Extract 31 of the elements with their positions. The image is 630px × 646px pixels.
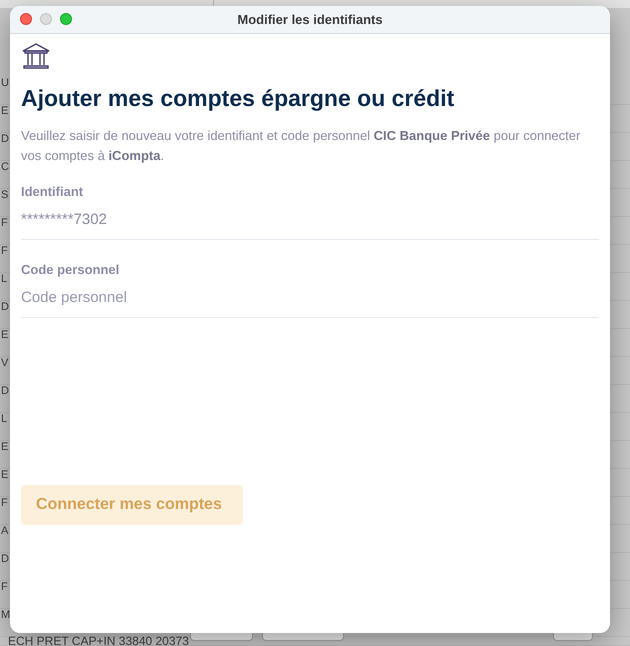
close-button[interactable]: [20, 13, 32, 25]
table-cell: C: [1, 161, 9, 174]
table-cell: E: [1, 469, 8, 482]
table-cell: U: [1, 77, 9, 90]
bank-icon: [21, 42, 51, 70]
table-cell: F: [1, 245, 8, 258]
description-text: Veuillez saisir de nouveau votre identifiant et code personnel CIC Banque Privée pour connecter vos comptes à iCompta.: [21, 127, 582, 165]
field-label: Code personnel: [21, 262, 120, 278]
table-cell: F: [1, 497, 8, 510]
table-cell: L: [1, 413, 8, 426]
table-cell: S: [1, 189, 8, 202]
table-cell: L: [1, 273, 8, 286]
zoom-button[interactable]: [60, 13, 72, 25]
table-cell: E: [1, 441, 8, 454]
table-cell: D: [1, 385, 9, 398]
input-field[interactable]: *********7302: [21, 210, 599, 240]
table-cell: E: [1, 329, 8, 342]
table-cell: F: [1, 217, 8, 230]
table-cell: D: [1, 301, 9, 314]
table-cell: D: [1, 553, 9, 566]
table-cell: D: [1, 133, 9, 146]
table-cell: V: [1, 357, 8, 370]
table-cell: A: [1, 525, 8, 538]
input-field[interactable]: Code personnel: [21, 288, 599, 318]
heading: Ajouter mes comptes épargne ou crédit: [21, 84, 456, 112]
table-cell: E: [1, 105, 8, 118]
table-cell: M: [1, 609, 10, 622]
field-label: Identifiant: [21, 184, 84, 200]
table-cell: ECH PRET CAP+IN 33840 20373: [8, 635, 189, 646]
window-title: Modifier les identifiants: [237, 10, 383, 29]
table-cell: F: [1, 581, 8, 594]
